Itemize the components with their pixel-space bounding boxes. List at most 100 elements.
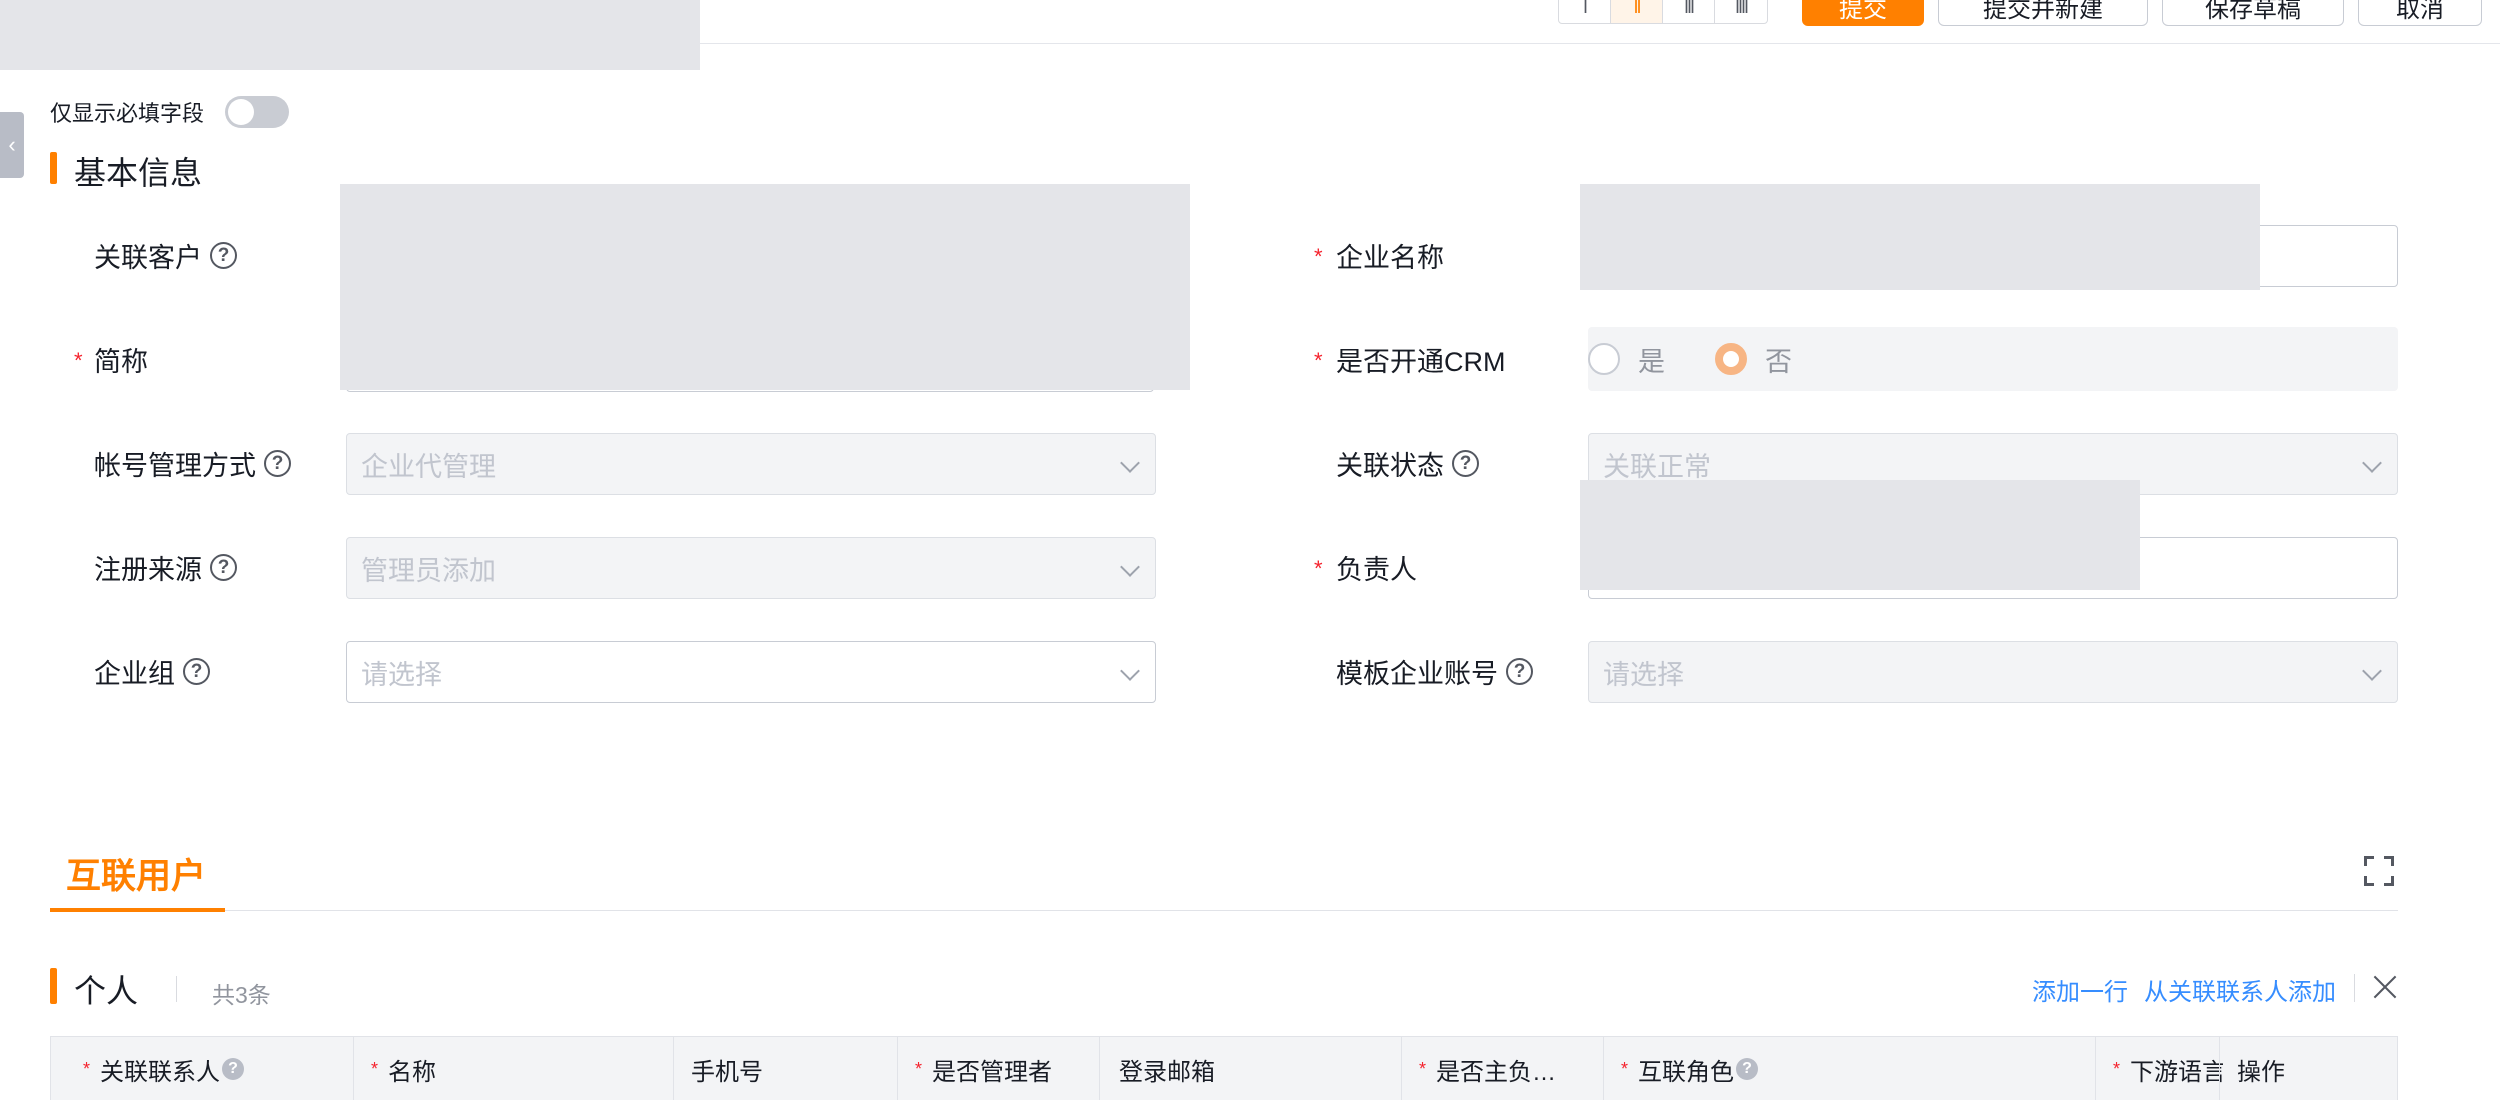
column-header-linked-contact[interactable]: * 关联联系人 ? [83, 1037, 351, 1100]
record-count: 共3条 [212, 982, 271, 1008]
chevron-down-icon [2362, 661, 2382, 681]
section-accent-bar [50, 968, 57, 1004]
field-label-text: 简称 [94, 347, 148, 377]
select-value: 管理员添加 [361, 555, 496, 586]
column-header-text: 登录邮箱 [1119, 1058, 1215, 1086]
column-divider [1099, 1037, 1100, 1100]
column-header-role[interactable]: * 互联角色 ? [1621, 1037, 1921, 1100]
sidebar-collapse-handle[interactable]: ‹ [0, 112, 24, 178]
field-label-text: 企业组 [94, 659, 175, 689]
column-header-is-manager[interactable]: * 是否管理者 [915, 1037, 1095, 1100]
required-star: * [1419, 1058, 1427, 1079]
field-label-text: 关联状态 [1336, 451, 1444, 481]
tab-divider [50, 910, 2398, 911]
chevron-down-icon [2362, 453, 2382, 473]
column-header-text: 是否管理者 [932, 1058, 1053, 1086]
radio-option-yes[interactable]: 是 [1588, 340, 1665, 379]
redacted-field-area [1580, 184, 2260, 290]
required-star: * [74, 348, 83, 373]
required-only-toggle[interactable] [225, 96, 289, 128]
column-header-text: 是否主负… [1436, 1058, 1557, 1086]
radio-yes[interactable] [1588, 343, 1620, 375]
required-star: * [1314, 556, 1323, 581]
column-header-text: 关联联系人 [100, 1058, 221, 1086]
radio-no[interactable] [1715, 343, 1747, 375]
save-draft-button[interactable]: 保存草稿 [2162, 0, 2344, 26]
field-label-text: 关联客户 [94, 243, 202, 273]
reg-source-select[interactable]: 管理员添加 [346, 537, 1156, 599]
add-row-link[interactable]: 添加一行 [2032, 972, 2128, 1007]
radio-label-yes: 是 [1638, 346, 1665, 377]
field-label-text: 模板企业账号 [1336, 659, 1498, 689]
field-label-crm-enabled: 是否开通CRM [1336, 340, 1506, 379]
column-divider [1603, 1037, 1604, 1100]
chevron-down-icon [1120, 661, 1140, 681]
account-mgmt-select[interactable]: 企业代管理 [346, 433, 1156, 495]
select-placeholder: 请选择 [361, 659, 442, 690]
cancel-button[interactable]: 取消 [2358, 0, 2482, 26]
help-icon[interactable]: ? [264, 450, 291, 477]
divider [2354, 974, 2355, 1002]
column-header-is-primary[interactable]: * 是否主负… [1419, 1037, 1619, 1100]
add-from-contacts-link[interactable]: 从关联联系人添加 [2144, 972, 2336, 1007]
column-header-text: 名称 [388, 1058, 437, 1086]
crm-enabled-radio-group: 是 否 [1588, 327, 2398, 391]
help-icon[interactable]: ? [222, 1058, 245, 1080]
column-divider [2219, 1037, 2220, 1100]
field-label-account-mgmt: 帐号管理方式 ? [94, 444, 291, 483]
help-icon[interactable]: ? [1452, 450, 1479, 477]
close-icon[interactable] [2372, 974, 2398, 1000]
required-star: * [1314, 348, 1323, 373]
section-title-personal: 个人 [74, 973, 139, 1009]
column-divider [2095, 1037, 2096, 1100]
redacted-field-area [340, 184, 1190, 390]
field-label-company-name: 企业名称 [1336, 236, 1444, 275]
column-header-text: 手机号 [691, 1058, 763, 1086]
layout-3-column-button[interactable]: III [1663, 0, 1715, 23]
fullscreen-corner [2364, 856, 2374, 866]
required-star: * [1314, 244, 1323, 269]
help-icon[interactable]: ? [183, 658, 210, 685]
help-icon[interactable]: ? [210, 242, 237, 269]
column-divider [673, 1037, 674, 1100]
chevron-left-icon: ‹ [8, 132, 16, 157]
field-label-text: 是否开通CRM [1336, 347, 1506, 377]
tab-interconnect-users[interactable]: 互联用户 [66, 848, 206, 899]
field-label-text: 帐号管理方式 [94, 451, 256, 481]
help-icon[interactable]: ? [1506, 658, 1533, 685]
column-header-login-email[interactable]: 登录邮箱 [1119, 1037, 1419, 1100]
select-value: 企业代管理 [361, 451, 496, 482]
field-label-linked-customer: 关联客户 ? [94, 236, 237, 275]
field-label-short-name: 简称 [94, 340, 148, 379]
column-header-name[interactable]: * 名称 [371, 1037, 721, 1100]
column-divider [1401, 1037, 1402, 1100]
column-header-phone[interactable]: 手机号 [691, 1037, 941, 1100]
field-label-text: 注册来源 [94, 555, 202, 585]
layout-2-column-button[interactable]: II [1611, 0, 1663, 23]
layout-1-column-button[interactable]: I [1559, 0, 1611, 23]
template-account-select[interactable]: 请选择 [1588, 641, 2398, 703]
submit-button[interactable]: 提交 [1802, 0, 1924, 26]
column-header-actions: 操作 [2237, 1037, 2387, 1100]
required-star: * [83, 1058, 91, 1079]
radio-option-no[interactable]: 否 [1715, 340, 1792, 379]
field-label-link-status: 关联状态 ? [1336, 444, 1479, 483]
personal-table-header: * 关联联系人 ? * 名称 手机号 * 是否管理者 登录邮箱 * 是否主负… … [50, 1036, 2398, 1100]
field-label-template-account: 模板企业账号 ? [1336, 652, 1533, 691]
layout-4-column-button[interactable]: IIII [1715, 0, 1767, 23]
fullscreen-corner [2364, 876, 2374, 886]
help-icon[interactable]: ? [210, 554, 237, 581]
help-icon[interactable]: ? [1736, 1058, 1759, 1080]
redacted-header-area [0, 0, 700, 70]
company-group-select[interactable]: 请选择 [346, 641, 1156, 703]
field-label-owner: 负责人 [1336, 548, 1417, 587]
required-star: * [915, 1058, 923, 1079]
section-accent-bar [50, 152, 57, 184]
required-star: * [371, 1058, 379, 1079]
column-header-text: 互联角色 [1638, 1058, 1735, 1086]
submit-and-new-button[interactable]: 提交并新建 [1938, 0, 2148, 26]
field-label-text: 负责人 [1336, 555, 1417, 585]
column-header-downstream-language[interactable]: * 下游语言 [2113, 1037, 2223, 1100]
fullscreen-icon[interactable] [2364, 856, 2394, 886]
select-placeholder: 请选择 [1603, 659, 1684, 690]
